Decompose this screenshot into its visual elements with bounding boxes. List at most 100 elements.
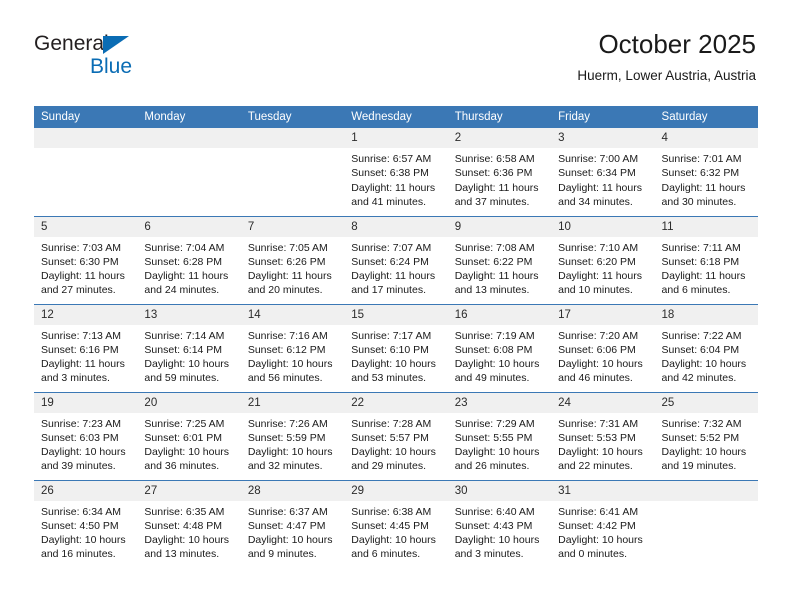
calendar-day-cell[interactable]: 4 Sunrise: 7:01 AM Sunset: 6:32 PM Daylight… <box>654 128 758 216</box>
day-sun-info: Sunrise: 7:08 AM Sunset: 6:22 PM Daylight:… <box>448 237 551 298</box>
day-info-line: and 22 minutes. <box>558 460 633 473</box>
cell-inner <box>240 128 345 216</box>
calendar-day-cell[interactable]: 22 Sunrise: 7:28 AM Sunset: 5:57 PM Dayligh… <box>344 391 448 480</box>
calendar-day-cell[interactable]: 2 Sunrise: 6:58 AM Sunset: 6:36 PM Daylight… <box>447 128 552 216</box>
calendar-day-cell[interactable]: 10 Sunrise: 7:10 AM Sunset: 6:20 PM Dayligh… <box>551 215 655 304</box>
day-info-line: Sunrise: 7:10 AM <box>558 241 639 254</box>
calendar-day-cell[interactable]: 9 Sunrise: 7:08 AM Sunset: 6:22 PM Daylight… <box>447 215 552 304</box>
day-sun-info: Sunrise: 7:00 AM Sunset: 6:34 PM Daylight:… <box>551 148 654 209</box>
calendar-day-cell[interactable]: 6 Sunrise: 7:04 AM Sunset: 6:28 PM Daylight… <box>137 215 241 304</box>
day-info-line: Daylight: 11 hours <box>661 270 746 283</box>
calendar-day-cell[interactable]: 30 Sunrise: 6:40 AM Sunset: 4:43 PM Dayligh… <box>447 479 552 568</box>
calendar-grid: Sunday Monday Tuesday Wednesday Thursday Frid… <box>34 106 758 568</box>
calendar-day-cell[interactable]: 24 Sunrise: 7:31 AM Sunset: 5:53 PM Dayligh… <box>551 391 655 480</box>
day-info-line: and 49 minutes. <box>454 372 530 385</box>
day-sun-info: Sunrise: 6:35 AM Sunset: 4:48 PM Daylight:… <box>137 501 240 562</box>
day-info-line: Daylight: 11 hours <box>558 181 642 194</box>
cell-inner <box>137 128 241 216</box>
day-number <box>34 128 138 148</box>
calendar-day-cell[interactable]: 21 Sunrise: 7:26 AM Sunset: 5:59 PM Dayligh… <box>240 391 345 480</box>
cell-inner: 25 Sunrise: 7:32 AM Sunset: 5:52 PM Dayligh… <box>654 392 758 480</box>
day-sun-info: Sunrise: 6:57 AM Sunset: 6:38 PM Daylight:… <box>344 148 447 209</box>
calendar-day-cell[interactable]: 14 Sunrise: 7:16 AM Sunset: 6:12 PM Dayligh… <box>240 303 345 392</box>
calendar-cell-empty <box>34 128 138 216</box>
calendar-day-cell[interactable]: 27 Sunrise: 6:35 AM Sunset: 4:48 PM Dayligh… <box>137 479 241 568</box>
day-info-line: and 19 minutes. <box>661 460 737 473</box>
calendar-day-cell[interactable]: 17 Sunrise: 7:20 AM Sunset: 6:06 PM Dayligh… <box>551 303 655 392</box>
day-info-line: Sunset: 6:16 PM <box>41 343 119 356</box>
day-info-line: Daylight: 11 hours <box>558 270 642 283</box>
calendar-day-cell[interactable]: 26 Sunrise: 6:34 AM Sunset: 4:50 PM Dayligh… <box>34 479 138 568</box>
calendar-day-cell[interactable]: 20 Sunrise: 7:25 AM Sunset: 6:01 PM Dayligh… <box>137 391 241 480</box>
day-info-line: Daylight: 11 hours <box>351 270 436 283</box>
day-info-line: Daylight: 11 hours <box>454 181 539 194</box>
calendar-day-cell[interactable]: 31 Sunrise: 6:41 AM Sunset: 4:42 PM Dayligh… <box>551 479 655 569</box>
day-sun-info: Sunrise: 7:22 AM Sunset: 6:04 PM Daylight:… <box>655 325 758 386</box>
calendar-day-cell[interactable]: 3 Sunrise: 7:00 AM Sunset: 6:34 PM Daylight… <box>551 128 655 216</box>
day-number: 28 <box>240 480 345 501</box>
cell-inner: 7 Sunrise: 7:05 AM Sunset: 6:26 PM Daylight… <box>240 216 345 304</box>
calendar-day-cell[interactable]: 11 Sunrise: 7:11 AM Sunset: 6:18 PM Dayligh… <box>654 215 758 304</box>
day-info-line: Sunrise: 7:31 AM <box>558 417 639 430</box>
day-info-line: Sunrise: 7:03 AM <box>41 241 121 254</box>
day-sun-info: Sunrise: 7:10 AM Sunset: 6:20 PM Daylight:… <box>551 237 654 298</box>
day-info-line: Sunset: 6:18 PM <box>661 255 740 268</box>
day-info-line: and 56 minutes. <box>247 372 323 385</box>
day-number: 24 <box>551 392 655 413</box>
day-info-line: Sunset: 6:06 PM <box>558 343 636 356</box>
day-number: 22 <box>344 392 448 413</box>
day-number: 4 <box>654 128 758 148</box>
day-sun-info: Sunrise: 7:05 AM Sunset: 6:26 PM Daylight:… <box>241 237 344 298</box>
calendar-day-cell[interactable]: 23 Sunrise: 7:29 AM Sunset: 5:55 PM Dayligh… <box>447 391 552 480</box>
general-blue-logo[interactable]: General Blue <box>34 32 174 80</box>
day-sun-info: Sunrise: 6:41 AM Sunset: 4:42 PM Daylight:… <box>551 501 654 562</box>
calendar-day-cell[interactable]: 8 Sunrise: 7:07 AM Sunset: 6:24 PM Daylight… <box>344 215 448 304</box>
day-info-line: Sunrise: 6:58 AM <box>454 153 535 165</box>
calendar-day-cell[interactable]: 19 Sunrise: 7:23 AM Sunset: 6:03 PM Dayligh… <box>34 391 138 480</box>
calendar-day-cell[interactable]: 12 Sunrise: 7:13 AM Sunset: 6:16 PM Dayligh… <box>34 303 138 392</box>
day-info-line: Sunrise: 7:22 AM <box>661 329 742 342</box>
calendar-day-cell[interactable]: 25 Sunrise: 7:32 AM Sunset: 5:52 PM Dayligh… <box>654 391 758 480</box>
day-sun-info: Sunrise: 7:19 AM Sunset: 6:08 PM Daylight:… <box>448 325 551 386</box>
day-info-line: Daylight: 10 hours <box>247 446 333 459</box>
calendar-day-cell[interactable]: 7 Sunrise: 7:05 AM Sunset: 6:26 PM Daylight… <box>240 215 345 304</box>
day-info-line: and 34 minutes. <box>558 195 633 208</box>
day-info-line: Daylight: 10 hours <box>247 534 333 547</box>
day-info-line: and 16 minutes. <box>41 548 116 561</box>
day-sun-info: Sunrise: 7:13 AM Sunset: 6:16 PM Daylight:… <box>34 325 137 386</box>
day-info-line: Sunset: 5:52 PM <box>661 431 740 444</box>
day-info-line: Daylight: 10 hours <box>144 446 230 459</box>
calendar-day-cell[interactable]: 28 Sunrise: 6:37 AM Sunset: 4:47 PM Dayligh… <box>240 479 345 568</box>
page-subtitle: Huerm, Lower Austria, Austria <box>577 68 756 83</box>
day-sun-info: Sunrise: 7:23 AM Sunset: 6:03 PM Daylight:… <box>34 413 137 474</box>
calendar-day-cell[interactable]: 1 Sunrise: 6:57 AM Sunset: 6:38 PM Daylight… <box>344 128 448 216</box>
day-number: 7 <box>240 216 345 237</box>
cell-inner <box>34 128 138 216</box>
day-number: 20 <box>137 392 241 413</box>
calendar-day-cell[interactable]: 18 Sunrise: 7:22 AM Sunset: 6:04 PM Dayligh… <box>654 303 758 392</box>
day-number: 17 <box>551 304 655 325</box>
cell-inner: 16 Sunrise: 7:19 AM Sunset: 6:08 PM Dayligh… <box>447 304 552 392</box>
calendar-cell-empty <box>137 128 241 216</box>
weekday-headers: Sunday Monday Tuesday Wednesday Thursday Frid… <box>34 106 758 128</box>
day-info-line: Daylight: 10 hours <box>661 446 747 459</box>
calendar-header-row: Sunday Monday Tuesday Wednesday Thursday Frid… <box>34 106 758 128</box>
calendar-day-cell[interactable]: 13 Sunrise: 7:14 AM Sunset: 6:14 PM Dayligh… <box>137 303 241 392</box>
cell-inner: 17 Sunrise: 7:20 AM Sunset: 6:06 PM Dayligh… <box>551 304 655 392</box>
day-info-line: Sunrise: 7:17 AM <box>351 329 432 342</box>
cell-inner: 31 Sunrise: 6:41 AM Sunset: 4:42 PM Dayligh… <box>551 480 655 569</box>
day-info-line: and 39 minutes. <box>41 460 116 473</box>
day-info-line: Sunrise: 7:32 AM <box>661 417 742 430</box>
day-number <box>137 128 241 148</box>
day-info-line: Daylight: 11 hours <box>454 270 539 283</box>
day-info-line: Sunrise: 6:35 AM <box>144 505 225 518</box>
day-info-line: Daylight: 11 hours <box>41 270 125 283</box>
calendar-day-cell[interactable]: 29 Sunrise: 6:38 AM Sunset: 4:45 PM Dayligh… <box>344 479 448 568</box>
calendar-day-cell[interactable]: 15 Sunrise: 7:17 AM Sunset: 6:10 PM Dayligh… <box>344 303 448 392</box>
cell-inner: 19 Sunrise: 7:23 AM Sunset: 6:03 PM Dayligh… <box>34 392 138 480</box>
day-number <box>654 480 758 501</box>
day-info-line: and 36 minutes. <box>144 460 220 473</box>
calendar-day-cell[interactable]: 5 Sunrise: 7:03 AM Sunset: 6:30 PM Daylight… <box>34 215 138 304</box>
calendar-week-row: 12 Sunrise: 7:13 AM Sunset: 6:16 PM Dayligh… <box>34 303 758 392</box>
calendar-day-cell[interactable]: 16 Sunrise: 7:19 AM Sunset: 6:08 PM Dayligh… <box>447 303 552 392</box>
